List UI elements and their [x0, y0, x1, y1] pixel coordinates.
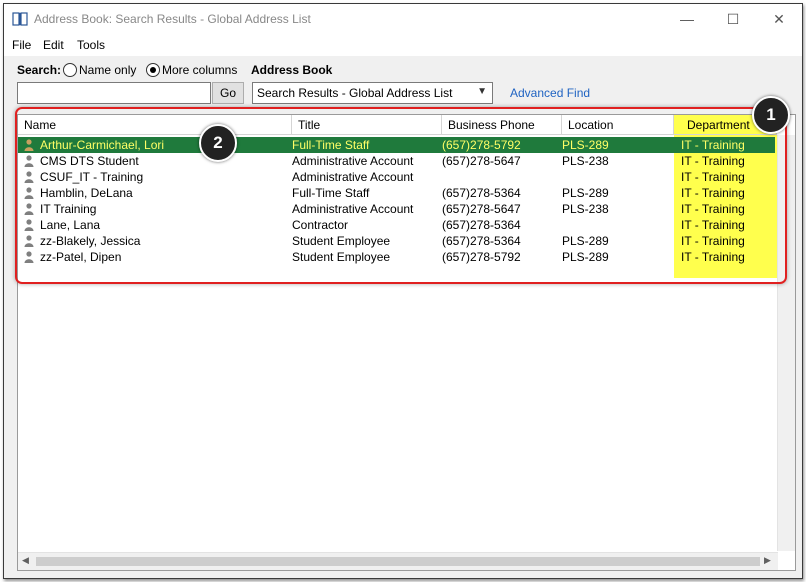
callout-2: 2 — [199, 124, 237, 162]
radio-more-columns[interactable] — [146, 63, 160, 77]
menu-file[interactable]: File — [12, 38, 31, 52]
address-book-selected: Search Results - Global Address List — [257, 86, 453, 100]
callout-1: 1 — [752, 96, 790, 134]
address-book-label: Address Book — [251, 63, 333, 77]
search-input[interactable] — [17, 82, 211, 104]
maximize-button[interactable]: ☐ — [710, 4, 756, 34]
radio-more-columns-label[interactable]: More columns — [162, 63, 237, 77]
radio-name-only[interactable] — [63, 63, 77, 77]
scroll-left-icon[interactable]: ◀ — [22, 555, 29, 566]
close-button[interactable]: ✕ — [756, 4, 802, 34]
address-book-icon — [12, 12, 28, 26]
window-title: Address Book: Search Results - Global Ad… — [34, 12, 311, 26]
address-book-select[interactable]: Search Results - Global Address List ▼ — [252, 82, 493, 104]
title-bar: Address Book: Search Results - Global Ad… — [4, 4, 802, 34]
address-book-window: Address Book: Search Results - Global Ad… — [3, 3, 803, 579]
menu-tools[interactable]: Tools — [77, 38, 105, 52]
scroll-right-icon[interactable]: ▶ — [764, 555, 771, 566]
menu-bar: File Edit Tools — [4, 34, 802, 56]
annotation-highlight-box — [15, 107, 787, 284]
advanced-find-link[interactable]: Advanced Find — [510, 86, 590, 100]
chevron-down-icon: ▼ — [477, 86, 487, 97]
menu-edit[interactable]: Edit — [43, 38, 64, 52]
scrollbar-thumb[interactable] — [36, 557, 760, 566]
radio-name-only-label[interactable]: Name only — [79, 63, 136, 77]
minimize-button[interactable]: — — [664, 4, 710, 34]
horizontal-scrollbar[interactable]: ◀ ▶ — [18, 552, 778, 570]
search-label: Search: — [17, 63, 62, 77]
go-button[interactable]: Go — [212, 82, 244, 104]
